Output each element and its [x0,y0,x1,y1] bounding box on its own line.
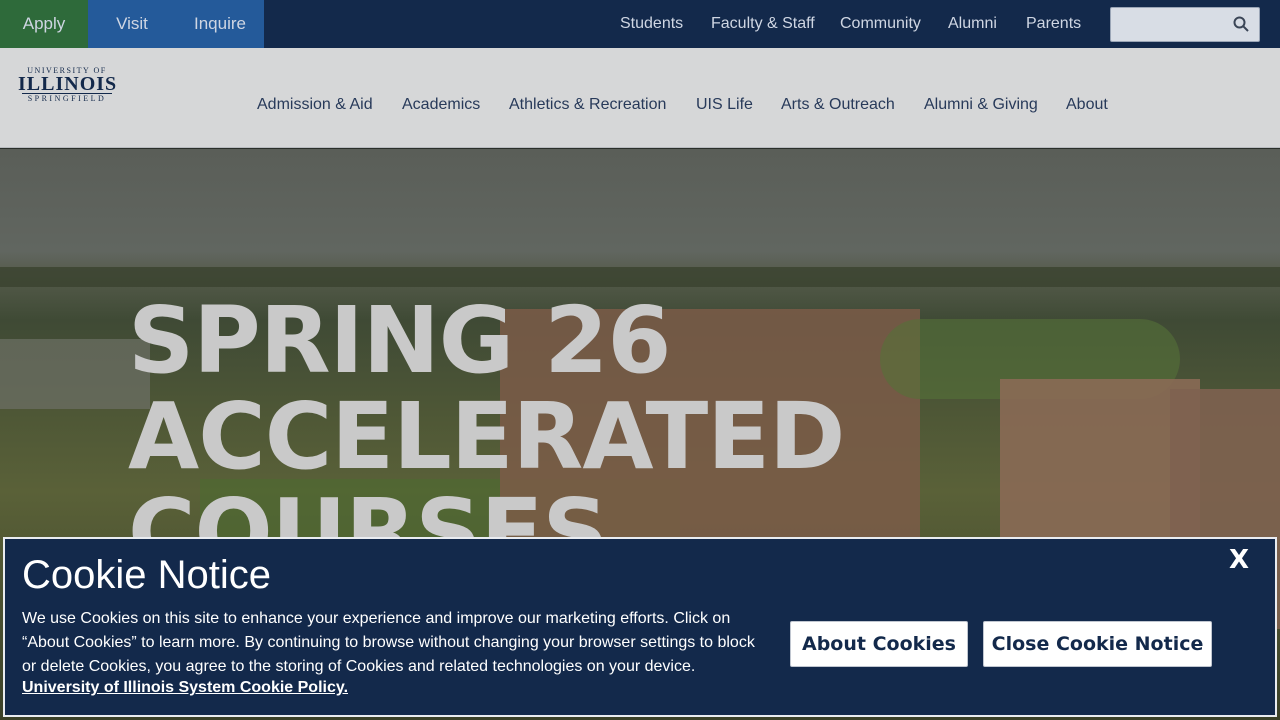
nav-admission-aid[interactable]: Admission & Aid [257,96,373,114]
hero-horizon [0,267,1280,287]
nav-arts-outreach[interactable]: Arts & Outreach [781,96,895,114]
logo-line-3: SPRINGFIELD [22,93,112,103]
nav-about[interactable]: About [1066,96,1108,114]
search-box [1110,7,1260,42]
cookie-notice: Cookie Notice We use Cookies on this sit… [3,537,1277,717]
close-icon[interactable]: X [1229,545,1249,575]
audience-link-students[interactable]: Students [620,0,683,48]
audience-link-faculty-staff[interactable]: Faculty & Staff [711,0,815,48]
nav-alumni-giving[interactable]: Alumni & Giving [924,96,1038,114]
audience-link-alumni[interactable]: Alumni [948,0,997,48]
nav-uis-life[interactable]: UIS Life [696,96,753,114]
visit-link[interactable]: Visit [88,0,176,48]
audience-link-parents[interactable]: Parents [1026,0,1081,48]
nav-athletics-recreation[interactable]: Athletics & Recreation [509,96,666,114]
cookie-policy-link[interactable]: University of Illinois System Cookie Pol… [22,679,348,697]
nav-academics[interactable]: Academics [402,96,480,114]
uis-logo[interactable]: UNIVERSITY OF ILLINOIS SPRINGFIELD [18,66,118,103]
search-input[interactable] [1111,8,1221,41]
hero-headline-line-2: ACCELERATED [128,383,845,490]
apply-link[interactable]: Apply [0,0,88,48]
audience-link-community[interactable]: Community [840,0,921,48]
cookie-notice-body: We use Cookies on this site to enhance y… [22,610,755,675]
about-cookies-button[interactable]: About Cookies [790,621,968,667]
logo-line-2: ILLINOIS [18,73,118,95]
search-icon[interactable] [1233,16,1249,32]
close-cookie-notice-button[interactable]: Close Cookie Notice [983,621,1212,667]
cookie-notice-title: Cookie Notice [22,553,272,597]
hero-headline-line-1: SPRING 26 [128,287,671,394]
inquire-link[interactable]: Inquire [176,0,264,48]
